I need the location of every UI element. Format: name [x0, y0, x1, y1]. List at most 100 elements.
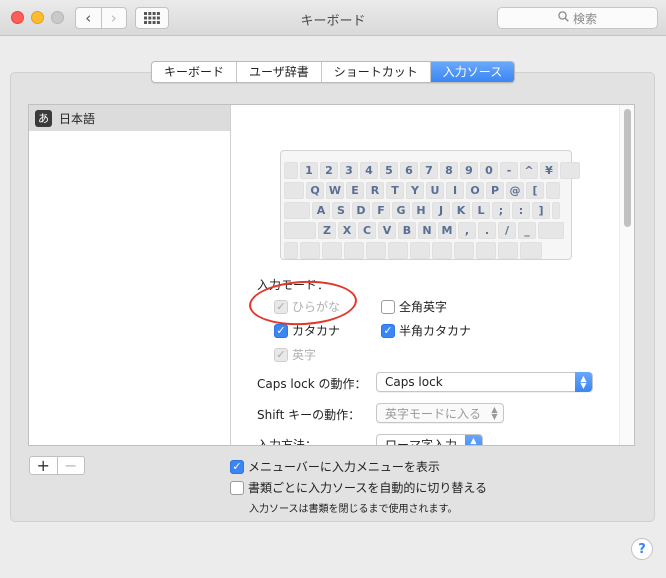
zenkaku-eiji-checkbox-row: 全角英字	[381, 298, 447, 315]
keyboard-key: O	[466, 182, 484, 199]
keyboard-key: 0	[480, 162, 498, 179]
input-sources-box: あ 日本語 1 2 3 4 5 6 7 8 9 0- ^ ¥ Q W E R T Y U I O P @[A S D F G H J K L…	[28, 104, 635, 446]
search-field[interactable]: 検索	[497, 7, 658, 29]
tab-user-dictionary[interactable]: ユーザ辞書	[236, 62, 321, 82]
keyboard-key	[454, 242, 474, 259]
title-bar: ‹ › キーボード 検索	[0, 0, 666, 36]
keyboard-key: _	[518, 222, 536, 239]
keyboard-key	[284, 202, 310, 219]
keyboard-key: ]	[532, 202, 550, 219]
show-input-menu-label: メニューバーに入力メニューを表示	[248, 460, 440, 474]
keyboard-key: 2	[320, 162, 338, 179]
katakana-checkbox[interactable]: ✓	[274, 323, 288, 338]
keyboard-key: M	[438, 222, 456, 239]
keyboard-key: S	[332, 202, 350, 219]
shift-key-popup[interactable]: 英字モードに入る ▲ ▼	[376, 403, 504, 423]
source-detail-pane: 1 2 3 4 5 6 7 8 9 0- ^ ¥ Q W E R T Y U I O P @[A S D F G H J K L;:] Z X C…	[232, 105, 634, 445]
shift-key-value: 英字モードに入る	[385, 406, 482, 421]
keyboard-key	[284, 162, 298, 179]
keyboard-key	[520, 242, 542, 259]
keyboard-key: 6	[400, 162, 418, 179]
hiragana-label: ひらがな	[292, 300, 341, 314]
keyboard-key: ,	[458, 222, 476, 239]
auto-switch-label: 書類ごとに入力ソースを自動的に切り替える	[248, 481, 488, 495]
keyboard-key: -	[500, 162, 518, 179]
keyboard-row: 1 2 3 4 5 6 7 8 9 0- ^ ¥	[284, 162, 582, 181]
keyboard-key: P	[486, 182, 504, 199]
keyboard-key: Z	[318, 222, 336, 239]
tab-shortcuts[interactable]: ショートカット	[320, 62, 430, 82]
keyboard-key	[366, 242, 386, 259]
keyboard-key: I	[446, 182, 464, 199]
input-source-list: あ 日本語	[29, 105, 231, 445]
search-placeholder: 検索	[572, 11, 597, 26]
shift-key-label: Shift キーの動作：	[257, 408, 361, 422]
keyboard-key	[300, 242, 320, 259]
keyboard-key: 3	[340, 162, 358, 179]
updown-chevron-icon: ▲▼	[491, 405, 498, 421]
updown-chevron-icon: ▲▼	[465, 435, 482, 445]
keyboard-key: T	[386, 182, 404, 199]
input-mode-label: 入力モード：	[257, 278, 330, 292]
help-icon: ?	[638, 541, 646, 557]
hiragana-a-icon: あ	[35, 109, 52, 127]
hiragana-checkbox-row: ✓ ひらがな	[274, 298, 340, 315]
keyboard-key: H	[412, 202, 430, 219]
keyboard-key: 4	[360, 162, 378, 179]
keyboard-row	[284, 242, 544, 261]
add-remove-control: + −	[29, 456, 85, 475]
scroll-thumb[interactable]	[624, 109, 631, 227]
help-button[interactable]: ?	[631, 538, 653, 560]
keyboard-key	[388, 242, 408, 259]
keyboard-key: B	[398, 222, 416, 239]
keyboard-key	[476, 242, 496, 259]
keyboard-key: :	[512, 202, 530, 219]
caps-lock-label: Caps lock の動作：	[257, 377, 367, 391]
show-input-menu-row: ✓ メニューバーに入力メニューを表示	[230, 458, 440, 475]
eiji-checkbox[interactable]: ✓	[274, 347, 288, 362]
zenkaku-eiji-label: 全角英字	[399, 300, 448, 314]
vertical-scrollbar[interactable]	[619, 105, 634, 445]
keyboard-key	[284, 222, 316, 239]
show-input-menu-checkbox[interactable]: ✓	[230, 459, 244, 474]
keyboard-key	[284, 182, 304, 199]
tab-input-sources[interactable]: 入力ソース	[429, 62, 515, 82]
caps-lock-value: Caps lock	[385, 375, 443, 389]
eiji-label: 英字	[292, 348, 317, 362]
add-source-button[interactable]: +	[30, 457, 57, 474]
input-method-popup[interactable]: ローマ字入力 ▲▼	[376, 434, 483, 445]
auto-switch-checkbox[interactable]	[230, 480, 244, 495]
search-icon	[558, 11, 569, 25]
tab-keyboard[interactable]: キーボード	[152, 62, 236, 82]
keyboard-key: N	[418, 222, 436, 239]
keyboard-key: E	[346, 182, 364, 199]
list-item[interactable]: あ 日本語	[29, 105, 230, 131]
keyboard-key: [	[526, 182, 544, 199]
keyboard-key: X	[338, 222, 356, 239]
keyboard-key	[344, 242, 364, 259]
keyboard-key: U	[426, 182, 444, 199]
keyboard-key: F	[372, 202, 390, 219]
source-label: 日本語	[59, 111, 96, 126]
keyboard-key: L	[472, 202, 490, 219]
keyboard-key	[538, 222, 564, 239]
hiragana-checkbox[interactable]: ✓	[274, 299, 288, 314]
keyboard-key: V	[378, 222, 396, 239]
keyboard-key: 9	[460, 162, 478, 179]
remove-source-button[interactable]: −	[56, 457, 85, 474]
keyboard-key: W	[326, 182, 344, 199]
keyboard-key: .	[478, 222, 496, 239]
keyboard-key: 8	[440, 162, 458, 179]
keyboard-key: C	[358, 222, 376, 239]
tab-bar: キーボード ユーザ辞書 ショートカット 入力ソース	[151, 61, 516, 83]
keyboard-key: G	[392, 202, 410, 219]
keyboard-key: 1	[300, 162, 318, 179]
input-method-value: ローマ字入力	[385, 437, 458, 446]
keyboard-key	[322, 242, 342, 259]
keyboard-key: Y	[406, 182, 424, 199]
updown-chevron-icon: ▲▼	[575, 372, 592, 392]
keyboard-key	[546, 182, 560, 199]
hankaku-katakana-checkbox[interactable]: ✓	[381, 323, 395, 338]
zenkaku-eiji-checkbox[interactable]	[381, 299, 395, 314]
caps-lock-popup[interactable]: Caps lock ▲ ▼	[376, 372, 593, 392]
